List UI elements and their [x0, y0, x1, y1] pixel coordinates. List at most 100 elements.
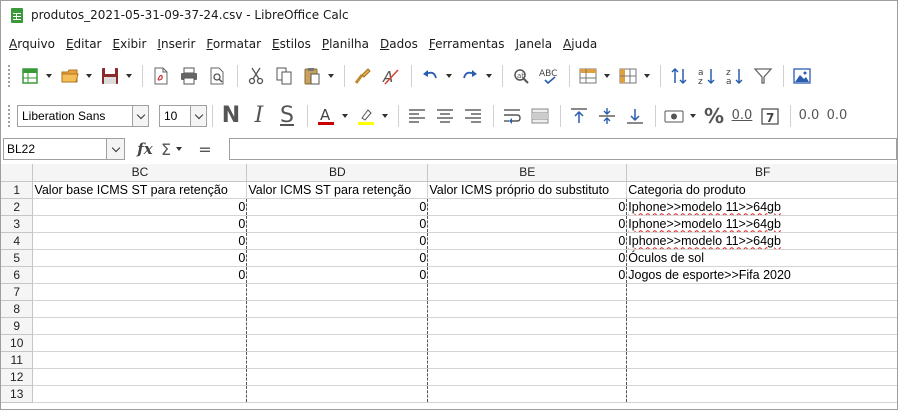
align-center-icon[interactable]: [432, 103, 458, 129]
align-bottom-icon[interactable]: [622, 103, 648, 129]
spelling-icon[interactable]: ABC: [536, 63, 562, 89]
sort-icon[interactable]: [666, 63, 692, 89]
row-header[interactable]: 2: [1, 198, 34, 216]
clear-formatting-icon[interactable]: A: [378, 63, 404, 89]
cell[interactable]: Valor base ICMS ST para retenção: [32, 181, 248, 199]
row-header[interactable]: 13: [1, 385, 34, 403]
currency-format-icon[interactable]: [661, 103, 687, 129]
menu-ferramentas[interactable]: Ferramentas: [425, 37, 509, 51]
find-replace-icon[interactable]: ab: [508, 63, 534, 89]
cell[interactable]: [427, 300, 628, 318]
row-header[interactable]: 11: [1, 351, 34, 369]
column-header-bf[interactable]: BF: [626, 164, 897, 182]
cell[interactable]: [32, 351, 248, 369]
font-name-dropdown[interactable]: [133, 105, 149, 127]
underline-icon[interactable]: S: [274, 103, 300, 129]
row-header[interactable]: 4: [1, 232, 34, 250]
row-header[interactable]: 5: [1, 249, 34, 267]
paste-icon[interactable]: [299, 63, 325, 89]
italic-icon[interactable]: I: [246, 103, 272, 129]
wrap-text-icon[interactable]: [499, 103, 525, 129]
cell[interactable]: [32, 334, 248, 352]
cell[interactable]: 0: [427, 215, 628, 233]
insert-image-icon[interactable]: [789, 63, 815, 89]
cell[interactable]: [32, 385, 248, 403]
menu-editar[interactable]: Editar: [62, 37, 106, 51]
new-spreadsheet-icon[interactable]: [17, 63, 43, 89]
menu-dados[interactable]: Dados: [376, 37, 422, 51]
percent-format-icon[interactable]: %: [701, 103, 727, 129]
cell[interactable]: 0: [246, 266, 429, 284]
menu-ajuda[interactable]: Ajuda: [559, 37, 601, 51]
cell[interactable]: Iphone>>modelo 11>>64gb: [626, 232, 897, 250]
sort-descending-icon[interactable]: za: [722, 63, 748, 89]
cell[interactable]: [246, 368, 429, 386]
cell[interactable]: Valor ICMS ST para retenção: [246, 181, 429, 199]
column-icon[interactable]: [615, 63, 641, 89]
print-icon[interactable]: [176, 63, 202, 89]
menu-estilos[interactable]: Estilos: [268, 37, 315, 51]
cell[interactable]: 0: [427, 249, 628, 267]
menu-janela[interactable]: Janela: [511, 37, 556, 51]
font-color-dropdown-arrow[interactable]: [341, 103, 349, 129]
align-middle-icon[interactable]: [594, 103, 620, 129]
undo-icon[interactable]: [417, 63, 443, 89]
function-wizard-icon[interactable]: fx: [133, 138, 157, 160]
undo-dropdown-arrow[interactable]: [445, 63, 453, 89]
date-format-icon[interactable]: 7: [757, 103, 783, 129]
cell[interactable]: [626, 300, 897, 318]
cell[interactable]: [32, 283, 248, 301]
row-header[interactable]: 10: [1, 334, 34, 352]
cell[interactable]: [626, 385, 897, 403]
cell[interactable]: 0: [32, 232, 248, 250]
align-right-icon[interactable]: [460, 103, 486, 129]
number-format-icon[interactable]: 0.0: [729, 103, 755, 129]
row-header[interactable]: 3: [1, 215, 34, 233]
font-color-icon[interactable]: A: [313, 103, 339, 129]
row-dropdown-arrow[interactable]: [603, 63, 611, 89]
cell[interactable]: [427, 317, 628, 335]
cell[interactable]: [626, 317, 897, 335]
row-header[interactable]: 6: [1, 266, 34, 284]
sort-ascending-icon[interactable]: az: [694, 63, 720, 89]
name-box-dropdown[interactable]: [107, 138, 125, 160]
cell[interactable]: [246, 283, 429, 301]
toolbar-grip[interactable]: [7, 104, 11, 128]
column-header-be[interactable]: BE: [427, 164, 628, 182]
column-header-bd[interactable]: BD: [246, 164, 429, 182]
copy-icon[interactable]: [271, 63, 297, 89]
column-header-bc[interactable]: BC: [32, 164, 248, 182]
align-left-icon[interactable]: [404, 103, 430, 129]
row-icon[interactable]: [575, 63, 601, 89]
cell[interactable]: 0: [246, 198, 429, 216]
cell[interactable]: 0: [32, 266, 248, 284]
column-dropdown-arrow[interactable]: [643, 63, 651, 89]
save-icon[interactable]: [97, 63, 123, 89]
select-all-corner[interactable]: [1, 164, 34, 182]
cell[interactable]: [32, 317, 248, 335]
font-size-box[interactable]: 10: [159, 105, 191, 127]
redo-icon[interactable]: [457, 63, 483, 89]
menu-inserir[interactable]: Inserir: [153, 37, 199, 51]
new-dropdown-arrow[interactable]: [45, 63, 53, 89]
cell[interactable]: [32, 368, 248, 386]
cell[interactable]: 0: [427, 232, 628, 250]
paste-dropdown-arrow[interactable]: [327, 63, 335, 89]
bold-icon[interactable]: N: [218, 103, 244, 129]
row-header[interactable]: 1: [1, 181, 34, 199]
cell[interactable]: [626, 334, 897, 352]
font-name-box[interactable]: Liberation Sans: [17, 105, 133, 127]
menu-planilha[interactable]: Planilha: [318, 37, 373, 51]
redo-dropdown-arrow[interactable]: [485, 63, 493, 89]
open-folder-icon[interactable]: [57, 63, 83, 89]
name-box[interactable]: BL22: [3, 138, 107, 160]
formula-input[interactable]: [229, 138, 897, 160]
cell[interactable]: 0: [427, 266, 628, 284]
cell[interactable]: [246, 317, 429, 335]
cell[interactable]: Categoria do produto: [626, 181, 897, 199]
cell[interactable]: Jogos de esporte>>Fifa 2020: [626, 266, 897, 284]
open-dropdown-arrow[interactable]: [85, 63, 93, 89]
cell[interactable]: [246, 300, 429, 318]
cell[interactable]: 0: [32, 198, 248, 216]
cell[interactable]: [626, 351, 897, 369]
